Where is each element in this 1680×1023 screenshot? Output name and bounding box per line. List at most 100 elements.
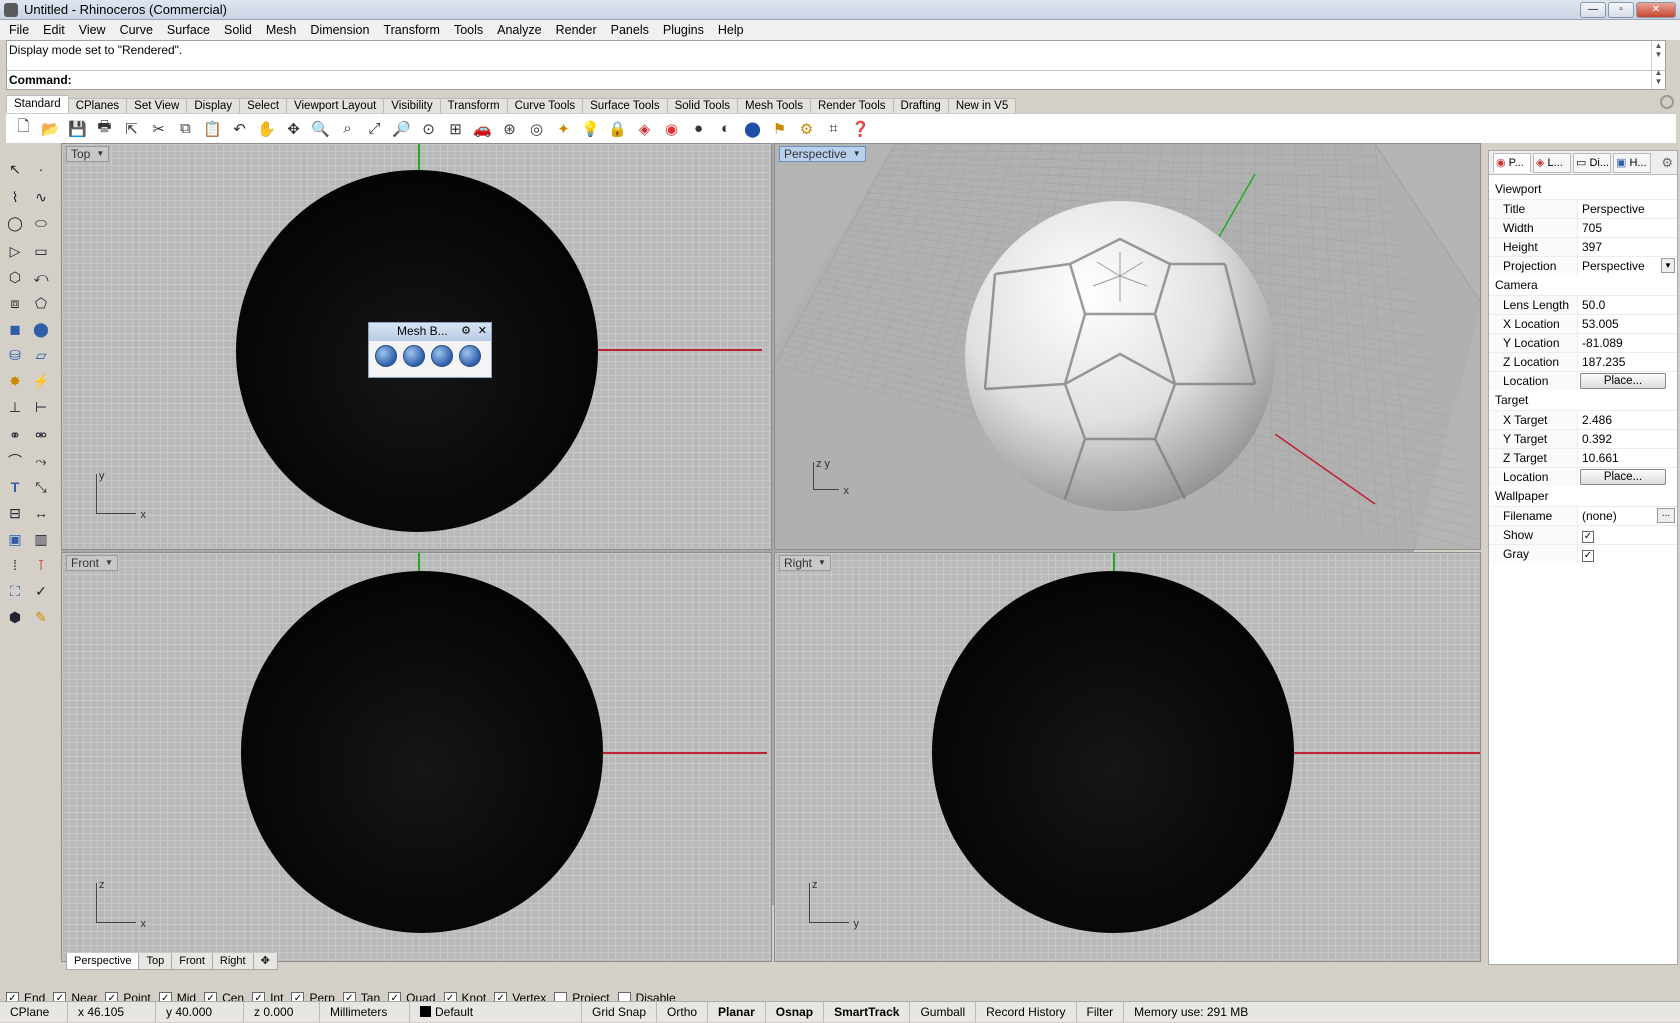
value-z-location[interactable]: 187.235 [1578, 353, 1677, 371]
menu-surface[interactable]: Surface [160, 23, 217, 37]
tab-display[interactable]: ▭ Di... [1573, 152, 1611, 173]
tab-drafting[interactable]: Drafting [892, 98, 949, 113]
viewport-label-perspective[interactable]: Perspective ▼ [779, 146, 866, 162]
extrude-surface-icon[interactable]: ⬠ [30, 292, 52, 314]
chevron-down-icon[interactable]: ▼ [1661, 258, 1675, 273]
value-width[interactable]: 705 [1578, 219, 1677, 237]
zoom-selected-icon[interactable]: 🔎 [390, 117, 413, 140]
right-viewport[interactable]: zy Right ▼ [774, 552, 1481, 962]
mesh-boolean-intersection-icon[interactable] [431, 345, 453, 367]
ellipse-icon[interactable]: ⬭ [30, 212, 52, 234]
status-smarttrack[interactable]: SmartTrack [824, 1001, 911, 1023]
tab-surface-tools[interactable]: Surface Tools [582, 98, 668, 113]
dropdown-arrow-icon[interactable]: ▼ [105, 556, 113, 570]
light-bulb-icon[interactable]: 💡 [579, 117, 602, 140]
menu-plugins[interactable]: Plugins [656, 23, 711, 37]
menu-solid[interactable]: Solid [217, 23, 259, 37]
mesh-panel-header[interactable]: Mesh B... ⚙ ✕ [369, 323, 491, 341]
rebuild-icon[interactable]: ⬢ [4, 606, 26, 628]
tab-solid-tools[interactable]: Solid Tools [666, 98, 738, 113]
menu-tools[interactable]: Tools [447, 23, 490, 37]
four-viewports-icon[interactable]: ⊞ [444, 117, 467, 140]
mesh-boolean-panel[interactable]: Mesh B... ⚙ ✕ [368, 322, 492, 378]
paste-icon[interactable]: 📋 [201, 117, 224, 140]
status-filter[interactable]: Filter [1077, 1001, 1125, 1023]
value-filename[interactable]: (none)... [1578, 507, 1677, 525]
tab-select[interactable]: Select [239, 98, 288, 113]
minimize-button[interactable]: — [1580, 2, 1606, 18]
command-line[interactable]: Command: [7, 70, 1665, 90]
zoom-dynamic-icon[interactable]: 🔍 [309, 117, 332, 140]
vp-tab-right[interactable]: Right [211, 953, 254, 970]
vp-tab-top[interactable]: Top [138, 953, 173, 970]
menu-file[interactable]: File [2, 23, 36, 37]
menu-curve[interactable]: Curve [113, 23, 160, 37]
mesh-box-icon[interactable]: ▣ [4, 528, 26, 550]
value-height[interactable]: 397 [1578, 238, 1677, 256]
panel-gear-icon[interactable]: ⚙ [1661, 155, 1673, 171]
import-icon[interactable]: ⇱ [120, 117, 143, 140]
render-icon[interactable]: ⬤ [741, 117, 764, 140]
scale-icon[interactable]: ⤡ [30, 476, 52, 498]
front-viewport[interactable]: zx Front ▼ [61, 552, 772, 962]
tab-properties[interactable]: ◉ P... [1493, 152, 1531, 173]
explode-icon[interactable]: ✸ [4, 370, 26, 392]
gray-checkbox[interactable]: ✓ [1582, 550, 1594, 562]
close-icon[interactable]: ✕ [478, 323, 487, 340]
menu-render[interactable]: Render [549, 23, 604, 37]
new-file-icon[interactable]: 🗋 [12, 117, 35, 140]
status-record-history[interactable]: Record History [976, 1001, 1077, 1023]
rendered-sphere-icon[interactable]: ◐ [714, 117, 737, 140]
analyze-icon[interactable]: ⚑ [768, 117, 791, 140]
print-icon[interactable]: 🖶 [93, 117, 116, 140]
rotate-view-icon[interactable]: ✥ [282, 117, 305, 140]
blend-curve-icon[interactable]: ⤳ [30, 450, 52, 472]
dropdown-arrow-icon[interactable]: ▼ [818, 556, 826, 570]
save-icon[interactable]: 💾 [66, 117, 89, 140]
status-gumball[interactable]: Gumball [910, 1001, 977, 1023]
point-icon[interactable]: · [30, 158, 52, 180]
arc-icon[interactable]: ⌒ [4, 450, 26, 472]
dropdown-arrow-icon[interactable]: ▼ [96, 147, 104, 161]
dimension-tool-icon[interactable]: ↔ [30, 502, 52, 524]
command-scrollbar[interactable]: ▲ ▼ ▲ ▼ [1651, 41, 1665, 89]
value-title[interactable]: Perspective [1578, 200, 1677, 218]
box-solid-icon[interactable]: ◼ [4, 318, 26, 340]
trim-icon[interactable]: ⊥ [4, 396, 26, 418]
value-y-location[interactable]: -81.089 [1578, 334, 1677, 352]
cut-icon[interactable]: ✂ [147, 117, 170, 140]
menu-analyze[interactable]: Analyze [490, 23, 548, 37]
copy-icon[interactable]: ⧉ [174, 117, 197, 140]
boolean-union-icon[interactable]: ⚭ [4, 424, 26, 446]
undo-icon[interactable]: ↶ [228, 117, 251, 140]
split-icon[interactable]: ⚡ [30, 370, 52, 392]
dropdown-arrow-icon[interactable]: ▼ [853, 147, 861, 161]
menu-edit[interactable]: Edit [36, 23, 72, 37]
curve-icon[interactable]: ∿ [30, 186, 52, 208]
zoom-extents-icon[interactable]: ⤢ [363, 117, 386, 140]
group-icon[interactable]: ⊟ [4, 502, 26, 524]
osnap-icon[interactable]: ✦ [552, 117, 575, 140]
circle-icon[interactable]: ◯ [4, 212, 26, 234]
zoom-window-icon[interactable]: ⌕ [336, 117, 359, 140]
status-layer[interactable]: Default [410, 1001, 582, 1023]
status-cplane[interactable]: CPlane [0, 1001, 68, 1023]
viewport-label-top[interactable]: Top ▼ [66, 146, 110, 162]
tab-transform[interactable]: Transform [439, 98, 508, 113]
tab-help[interactable]: ▣ H... [1613, 152, 1651, 173]
menu-help[interactable]: Help [711, 23, 751, 37]
color-wheel-icon[interactable]: ◉ [660, 117, 683, 140]
tab-standard[interactable]: Standard [6, 95, 69, 113]
tab-display[interactable]: Display [186, 98, 241, 113]
toolbar-gear-icon[interactable] [1660, 95, 1674, 109]
array-icon[interactable]: ⁞ [4, 554, 26, 576]
polygon-icon[interactable]: ▷ [4, 240, 26, 262]
show-checkbox[interactable]: ✓ [1582, 531, 1594, 543]
mesh-boolean-split-icon[interactable] [459, 345, 481, 367]
target-place-button[interactable]: Place... [1580, 469, 1666, 485]
rectangle-icon[interactable]: ▭ [30, 240, 52, 262]
cplane-icon[interactable]: ◎ [525, 117, 548, 140]
sphere-solid-icon[interactable]: ⬤ [30, 318, 52, 340]
open-folder-icon[interactable]: 📂 [39, 117, 62, 140]
perspective-viewport[interactable]: z yx Perspective ▼ [774, 143, 1481, 550]
